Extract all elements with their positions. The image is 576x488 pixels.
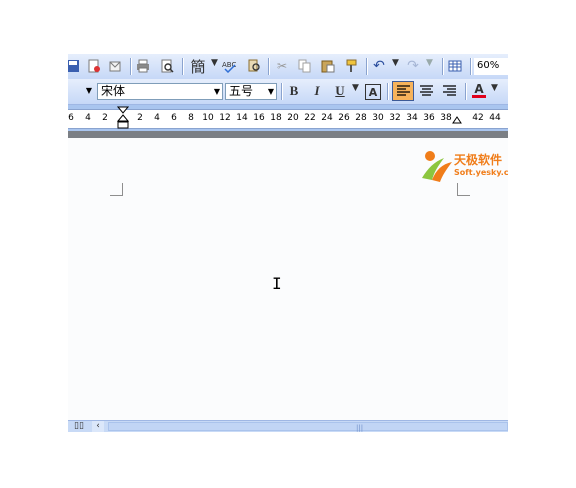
zoom-box[interactable]: 60% — [474, 58, 508, 75]
research-icon[interactable] — [245, 57, 263, 75]
align-right-icon — [442, 85, 456, 96]
ruler-label: 8 — [188, 113, 194, 123]
ruler-label: 6 — [68, 113, 74, 123]
horizontal-ruler[interactable]: 6 4 2 2 4 6 8 10 12 14 16 18 20 22 24 26… — [68, 105, 508, 131]
align-center-icon — [419, 85, 433, 96]
ruler-label: 28 — [355, 113, 367, 123]
ruler-label: 4 — [85, 113, 91, 123]
font-name-value: 宋体 — [101, 84, 126, 98]
chevron-down-icon[interactable]: ▼ — [86, 83, 92, 98]
ruler-label: 2 — [137, 113, 143, 123]
ruler-label: 18 — [270, 113, 282, 123]
normal-view-icon[interactable]: ▯▯ — [74, 421, 84, 431]
font-name-box[interactable]: 宋体 ▼ — [97, 83, 223, 100]
font-color-button[interactable]: A — [470, 82, 488, 100]
insert-table-icon[interactable] — [446, 57, 464, 75]
ruler-label: 20 — [287, 113, 299, 123]
copy-icon[interactable] — [296, 57, 314, 75]
zoom-value: 60% — [477, 60, 500, 71]
ruler-label: 42 — [472, 113, 484, 123]
bold-button[interactable]: B — [285, 82, 303, 100]
text-cursor-icon: I — [272, 274, 282, 293]
ruler-label: 6 — [171, 113, 177, 123]
character-border-button[interactable]: A — [365, 84, 381, 100]
ruler-shadow — [68, 131, 508, 138]
indent-marker-icon[interactable] — [117, 106, 129, 130]
standard-toolbar: 簡 ▼ ABC ✂ ↶ ▼ ↷ ▼ 60% — [68, 54, 508, 80]
ruler-label: 4 — [154, 113, 160, 123]
style-box[interactable]: ▼ — [68, 83, 94, 100]
print-preview-icon[interactable] — [158, 57, 176, 75]
word-window: 簡 ▼ ABC ✂ ↶ ▼ ↷ ▼ 60% ▼ 宋体 ▼ 五号 ▼ B I U … — [68, 54, 508, 432]
redo-icon[interactable]: ↷ — [404, 57, 422, 75]
paste-icon[interactable] — [319, 57, 337, 75]
align-left-icon — [396, 85, 410, 96]
spelling-icon[interactable]: ABC — [221, 57, 239, 75]
document-page[interactable]: I 天极软件 Soft.yesky.com — [68, 138, 508, 420]
chevron-down-icon[interactable]: ▼ — [214, 84, 220, 99]
font-size-value: 五号 — [229, 84, 254, 98]
ruler-label: 24 — [321, 113, 333, 123]
email-icon[interactable] — [106, 57, 124, 75]
font-color-swatch — [472, 95, 486, 98]
simplified-chinese-icon[interactable]: 簡 — [188, 57, 208, 76]
italic-button[interactable]: I — [308, 82, 326, 100]
ruler-label: 32 — [389, 113, 401, 123]
watermark-text-cn: 天极软件 — [454, 153, 503, 167]
scroll-grip-icon: ||| — [356, 424, 364, 432]
separator — [442, 58, 444, 75]
separator — [465, 83, 467, 100]
align-center-button[interactable] — [417, 82, 435, 100]
scroll-thumb[interactable]: ||| — [108, 422, 508, 432]
align-left-button[interactable] — [392, 81, 414, 101]
font-size-box[interactable]: 五号 ▼ — [225, 83, 277, 100]
align-right-button[interactable] — [440, 82, 458, 100]
separator — [470, 58, 472, 75]
chevron-down-icon[interactable]: ▼ — [426, 58, 433, 68]
ruler-label: 44 — [489, 113, 501, 123]
separator — [268, 58, 270, 75]
permission-icon[interactable] — [85, 57, 103, 75]
ruler-label: 14 — [236, 113, 248, 123]
chevron-down-icon[interactable]: ▼ — [491, 83, 498, 93]
chevron-down-icon[interactable]: ▼ — [352, 83, 359, 93]
formatting-toolbar: ▼ 宋体 ▼ 五号 ▼ B I U ▼ A A ▼ — [68, 79, 508, 105]
cut-icon[interactable]: ✂ — [273, 57, 291, 75]
font-color-letter: A — [474, 82, 484, 96]
format-painter-icon[interactable] — [343, 57, 361, 75]
undo-icon[interactable]: ↶ — [370, 57, 388, 75]
ruler-label: 12 — [219, 113, 231, 123]
ruler-label: 34 — [406, 113, 418, 123]
ruler-label: 26 — [338, 113, 350, 123]
chevron-left-icon[interactable]: ‹ — [92, 421, 104, 432]
screenshot: 簡 ▼ ABC ✂ ↶ ▼ ↷ ▼ 60% ▼ 宋体 ▼ 五号 ▼ B I U … — [0, 0, 576, 488]
chevron-down-icon[interactable]: ▼ — [211, 58, 218, 68]
separator — [281, 83, 283, 100]
ruler-label: 16 — [253, 113, 265, 123]
watermark-logo: 天极软件 Soft.yesky.com — [418, 148, 508, 188]
margin-corner-left — [110, 183, 123, 196]
ruler-label: 10 — [202, 113, 214, 123]
underline-button[interactable]: U — [331, 82, 349, 100]
yesky-logo-icon — [422, 151, 452, 182]
separator — [182, 58, 184, 75]
horizontal-scrollbar[interactable]: ▯▯ ‹ ||| — [68, 420, 508, 432]
right-indent-marker-icon[interactable] — [452, 116, 462, 126]
print-icon[interactable] — [134, 57, 152, 75]
save-icon[interactable] — [68, 57, 82, 75]
ruler-strip: 6 4 2 2 4 6 8 10 12 14 16 18 20 22 24 26… — [68, 109, 508, 129]
ruler-label: 36 — [423, 113, 435, 123]
ruler-label: 2 — [102, 113, 108, 123]
chevron-down-icon[interactable]: ▼ — [268, 84, 274, 99]
watermark-text-en: Soft.yesky.com — [454, 168, 508, 177]
ruler-label: 38 — [440, 113, 452, 123]
separator — [130, 58, 132, 75]
separator — [366, 58, 368, 75]
separator — [387, 83, 389, 100]
ruler-label: 22 — [304, 113, 316, 123]
ruler-label: 30 — [372, 113, 384, 123]
chevron-down-icon[interactable]: ▼ — [392, 58, 399, 68]
